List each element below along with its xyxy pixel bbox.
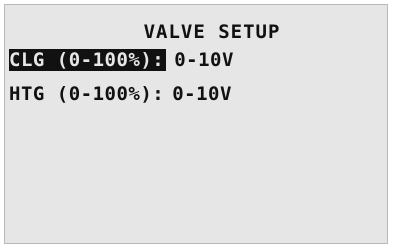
- page-title: VALVE SETUP: [143, 21, 281, 43]
- menu-value-clg[interactable]: 0-10V: [174, 49, 234, 71]
- menu-value-htg[interactable]: 0-10V: [172, 83, 232, 105]
- menu-row-htg[interactable]: HTG (0-100%): 0-10V: [9, 83, 232, 105]
- lcd-display: VALVE SETUP CLG (0-100%): 0-10V HTG (0-10…: [4, 4, 388, 244]
- menu-row-clg[interactable]: CLG (0-100%): 0-10V: [9, 49, 234, 71]
- menu-label-clg-selected[interactable]: CLG (0-100%):: [9, 49, 167, 71]
- menu-label-htg[interactable]: HTG (0-100%):: [9, 83, 164, 105]
